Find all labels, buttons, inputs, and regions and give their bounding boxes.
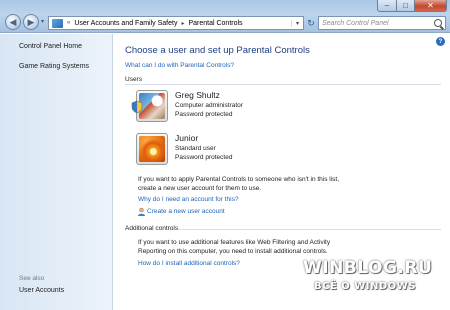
see-also-heading: See also (19, 275, 45, 282)
address-overflow-chevron[interactable]: « (67, 20, 70, 26)
search-input[interactable]: Search Control Panel (318, 16, 446, 30)
minimize-button[interactable]: – (377, 0, 397, 12)
new-user-icon (138, 207, 145, 216)
user-role: Computer administrator (175, 102, 243, 109)
back-button[interactable]: ◀ (5, 14, 21, 30)
task-pane: Control Panel Home Game Rating Systems S… (0, 34, 113, 310)
control-panel-icon (52, 18, 63, 28)
watermark-subtitle: ВСЁ О WINDOWS (314, 281, 416, 292)
install-controls-link[interactable]: How do I install additional controls? (138, 260, 240, 267)
apply-controls-text-line-1: If you want to apply Parental Controls t… (138, 176, 340, 183)
recent-pages-dropdown[interactable]: ▾ (41, 18, 44, 25)
breadcrumb-arrow-icon[interactable]: ▸ (181, 20, 184, 27)
page-title: Choose a user and set up Parental Contro… (125, 45, 310, 56)
create-account-row[interactable]: Create a new user account (137, 207, 225, 216)
why-need-account-link[interactable]: Why do I need an account for this? (138, 196, 238, 203)
breadcrumb-user-accounts[interactable]: User Accounts and Family Safety (74, 20, 177, 27)
avatar (136, 133, 168, 165)
apply-controls-text-line-2: create a new user account for them to us… (138, 185, 262, 192)
forward-button[interactable]: ▶ (23, 14, 39, 30)
search-placeholder: Search Control Panel (322, 19, 389, 27)
additional-text-line-2: Reporting on this computer, you need to … (138, 248, 328, 255)
refresh-icon: ↻ (307, 17, 315, 28)
sidebar-item-control-panel-home[interactable]: Control Panel Home (19, 43, 82, 50)
users-section-divider (125, 84, 441, 85)
sidebar-item-game-rating-systems[interactable]: Game Rating Systems (19, 63, 89, 70)
refresh-button[interactable]: ↻ (306, 16, 316, 30)
additional-controls-title: Additional controls (125, 225, 179, 232)
window-controls: – □ ✕ (377, 0, 447, 12)
address-bar[interactable]: « User Accounts and Family Safety ▸ Pare… (48, 16, 304, 30)
address-dropdown-icon[interactable]: ▾ (291, 19, 303, 27)
window-titlebar: – □ ✕ ◀ ▶ ▾ « User Accounts and Family S… (0, 0, 450, 33)
user-tile-greg-shultz[interactable]: Greg Shultz Computer administrator Passw… (131, 90, 336, 122)
additional-text-line-1: If you want to use additional features l… (138, 239, 331, 246)
user-role: Standard user (175, 145, 216, 152)
flower-avatar-image (139, 136, 165, 162)
breadcrumb-parental-controls[interactable]: Parental Controls (188, 20, 242, 27)
user-status: Password protected (175, 111, 233, 118)
user-name: Greg Shultz (175, 90, 220, 100)
help-icon[interactable]: ? (436, 37, 445, 46)
what-can-i-do-link[interactable]: What can I do with Parental Controls? (125, 62, 234, 69)
user-name: Junior (175, 133, 199, 143)
close-button[interactable]: ✕ (415, 0, 447, 12)
maximize-button[interactable]: □ (397, 0, 415, 12)
user-status: Password protected (175, 154, 233, 161)
user-tile-junior[interactable]: Junior Standard user Password protected (136, 133, 336, 165)
users-section-title: Users (125, 76, 142, 83)
admin-shield-icon (131, 100, 143, 114)
sidebar-item-user-accounts[interactable]: User Accounts (19, 287, 64, 294)
additional-section-divider (178, 229, 441, 230)
search-icon[interactable] (434, 19, 442, 27)
watermark-title: WINBLOG.RU (303, 258, 433, 278)
back-arrow-icon: ◀ (9, 16, 17, 27)
forward-arrow-icon: ▶ (27, 16, 35, 27)
create-user-account-link[interactable]: Create a new user account (147, 208, 225, 215)
